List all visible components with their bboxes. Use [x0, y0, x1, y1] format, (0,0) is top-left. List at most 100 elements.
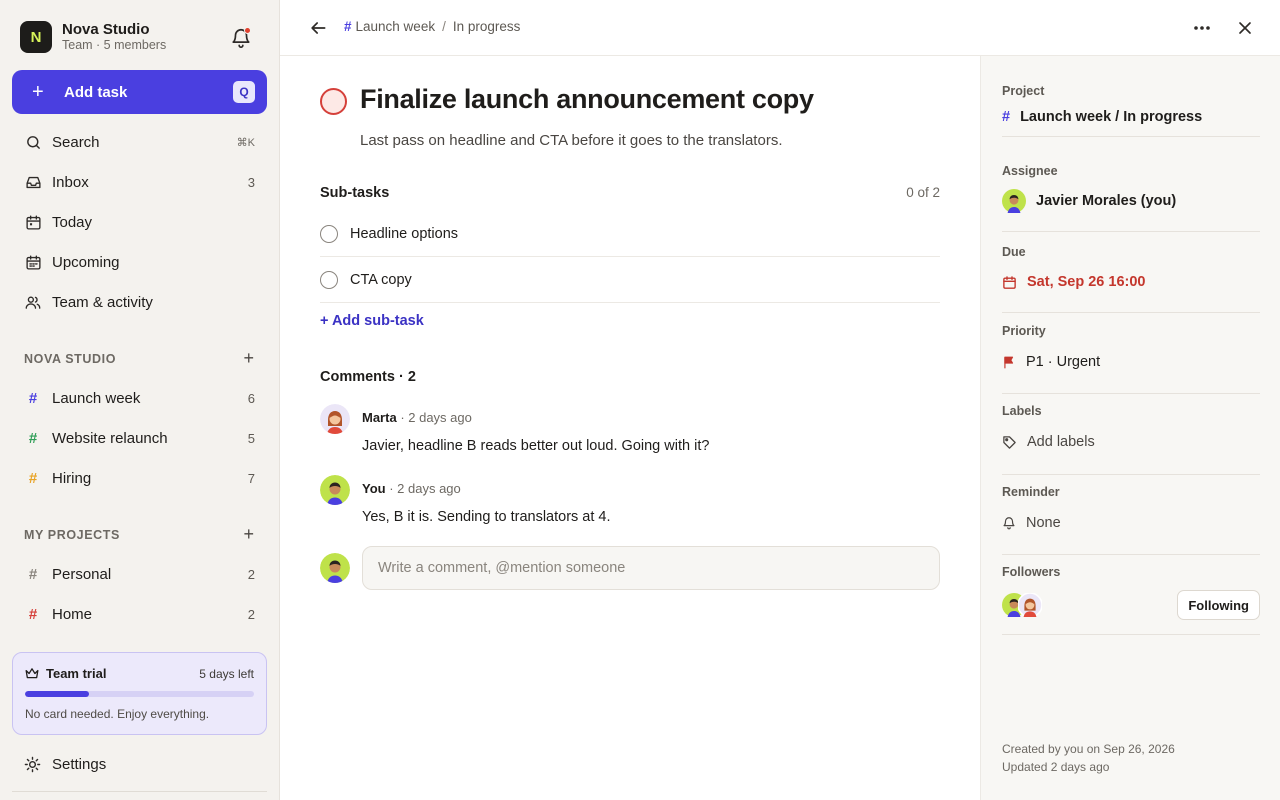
breadcrumb: # Launch week / In progress [344, 19, 520, 34]
breadcrumb-status[interactable]: In progress [453, 19, 521, 34]
comment-text: Yes, B it is. Sending to translators at … [362, 509, 611, 525]
project-count: 7 [247, 470, 255, 486]
field-label: Due [1002, 245, 1026, 259]
team-trial-card[interactable]: Team trial 5 days left No card needed. E… [12, 652, 267, 735]
avatar-you [1002, 189, 1026, 213]
project-field[interactable]: Project # Launch week / In progress [1002, 56, 1260, 137]
settings-button[interactable]: Settings [12, 744, 267, 784]
breadcrumb-hash-icon: # [344, 19, 352, 34]
calendar-icon [1002, 275, 1017, 290]
reminder-value: None [1026, 515, 1061, 531]
subtask-checkbox[interactable] [320, 270, 338, 289]
workspace-subtitle: Team · 5 members [62, 38, 167, 52]
field-value: Sat, Sep 26 16:00 [1002, 274, 1146, 290]
comments-title: Comments · 2 [320, 369, 416, 385]
comment-time: · 2 days ago [400, 410, 472, 425]
task-meta-footer: Created by you on Sep 26, 2026 Updated 2… [1002, 740, 1175, 776]
project-hash-icon: # [28, 565, 38, 583]
sidebar-project-home[interactable]: # Home 2 [12, 596, 267, 632]
project-count: 5 [247, 430, 255, 446]
section-title: MY PROJECTS [24, 527, 120, 542]
trial-header: Team trial 5 days left [25, 666, 254, 681]
sidebar-project-website-relaunch[interactable]: # Website relaunch 5 [12, 420, 267, 456]
due-field[interactable]: Due Sat, Sep 26 16:00 [1002, 232, 1260, 313]
task-topbar: # Launch week / In progress [280, 0, 1280, 56]
task-complete-checkbox[interactable] [320, 88, 347, 115]
sidebar-project-launch-week[interactable]: # Launch week 6 [12, 380, 267, 416]
flag-icon [1002, 355, 1016, 370]
add-task-shortcut: Q [233, 81, 255, 103]
field-value: Add labels [1002, 434, 1095, 450]
sidebar-item-today[interactable]: Today [12, 204, 267, 240]
workspace-info: Nova Studio Team · 5 members [62, 21, 166, 53]
field-label: Project [1002, 84, 1045, 98]
due-value: Sat, Sep 26 16:00 [1027, 274, 1146, 290]
team-projects-header: NOVA STUDIO + [24, 348, 254, 369]
comment-input[interactable] [362, 546, 940, 590]
following-button[interactable]: Following [1177, 590, 1260, 620]
field-label: Followers [1002, 565, 1061, 579]
field-label: Priority [1002, 324, 1046, 338]
sidebar-item-inbox[interactable]: Inbox 3 [12, 164, 267, 200]
add-team-project-icon[interactable]: + [243, 348, 254, 369]
sidebar-item-label: Team & activity [52, 293, 153, 311]
field-value: # Launch week / In progress [1002, 109, 1202, 125]
task-properties-panel: Project # Launch week / In progress Assi… [980, 56, 1280, 800]
comment-author: Marta [362, 410, 397, 425]
my-projects-header: MY PROJECTS + [24, 524, 254, 545]
sidebar-divider [12, 791, 267, 792]
updated-info: Updated 2 days ago [1002, 760, 1110, 774]
breadcrumb-project[interactable]: Launch week [356, 19, 436, 34]
sidebar-item-upcoming[interactable]: Upcoming [12, 244, 267, 280]
field-value: Javier Morales (you) [1002, 189, 1176, 213]
task-description[interactable]: Last pass on headline and CTA before it … [360, 132, 782, 149]
more-options-icon[interactable] [1190, 18, 1214, 38]
task-title[interactable]: Finalize launch announcement copy [360, 84, 814, 115]
sidebar: N Nova Studio Team · 5 members + Add tas… [0, 0, 280, 800]
created-info: Created by you on Sep 26, 2026 [1002, 742, 1175, 756]
subtask-item[interactable]: CTA copy [320, 257, 940, 303]
add-my-project-icon[interactable]: + [243, 524, 254, 545]
comment-time: · 2 days ago [389, 481, 461, 496]
avatar-marta [320, 404, 350, 434]
comment-author: You [362, 481, 386, 496]
trial-days-left: 5 days left [199, 666, 254, 681]
add-task-label: Add task [64, 83, 128, 101]
subtask-checkbox[interactable] [320, 224, 338, 243]
subtasks-count: 0 of 2 [906, 185, 940, 200]
trial-progress-bar [25, 691, 254, 697]
project-count: 2 [247, 606, 255, 622]
sidebar-project-personal[interactable]: # Personal 2 [12, 556, 267, 592]
crown-icon [25, 668, 39, 679]
sidebar-item-label: Today [52, 213, 93, 231]
add-task-button[interactable]: + Add task Q [12, 70, 267, 114]
field-label: Assignee [1002, 164, 1058, 178]
field-label: Labels [1002, 404, 1042, 418]
labels-field[interactable]: Labels Add labels [1002, 394, 1260, 475]
inbox-icon [24, 173, 42, 191]
trial-progress-fill [25, 691, 90, 697]
plus-icon: + [32, 81, 44, 103]
close-icon[interactable] [1235, 18, 1255, 38]
workspace-switcher[interactable]: N Nova Studio Team · 5 members [20, 21, 166, 53]
sidebar-item-team-activity[interactable]: Team & activity [12, 284, 267, 320]
notifications-bell-icon[interactable] [230, 27, 252, 49]
comment-meta: Marta · 2 days ago [362, 410, 472, 425]
breadcrumb-separator: / [442, 19, 446, 34]
project-hash-icon: # [28, 389, 38, 407]
comment-text: Javier, headline B reads better out loud… [362, 438, 710, 454]
project-label: Hiring [52, 469, 92, 487]
calendar-icon [24, 213, 42, 231]
section-title: NOVA STUDIO [24, 351, 117, 366]
reminder-field[interactable]: Reminder None [1002, 474, 1260, 555]
add-subtask-link[interactable]: + Add sub-task [320, 313, 424, 329]
sidebar-project-hiring[interactable]: # Hiring 7 [12, 460, 267, 496]
subtask-item[interactable]: Headline options [320, 211, 940, 257]
sidebar-item-search[interactable]: Search ⌘K [12, 124, 267, 160]
back-arrow-icon[interactable] [308, 18, 328, 38]
field-value: P1 · Urgent [1002, 354, 1100, 370]
assignee-field[interactable]: Assignee Javier Morales (you) [1002, 151, 1260, 232]
sun-settings-icon [24, 756, 42, 773]
priority-field[interactable]: Priority P1 · Urgent [1002, 313, 1260, 394]
assignee-value: Javier Morales (you) [1036, 193, 1177, 209]
